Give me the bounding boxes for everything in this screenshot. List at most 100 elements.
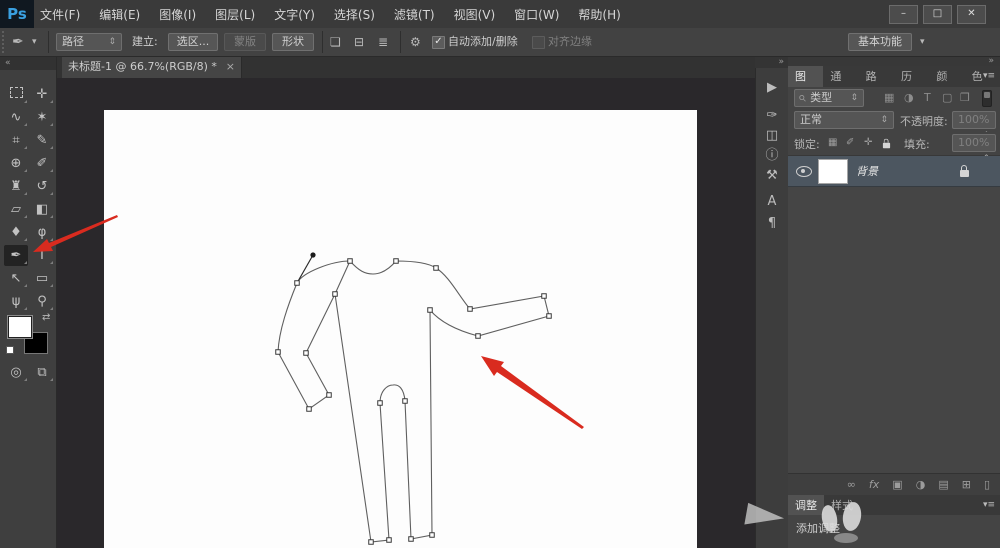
menu-layer[interactable]: 图层(L) [215,6,255,23]
dock-expand[interactable]: » [755,56,788,68]
tool-mode-select[interactable]: 路径 [56,33,122,51]
filter-type-icon[interactable]: T [924,91,931,104]
filter-smart-object-icon[interactable]: ❒ [960,91,970,104]
workspace-caret-icon[interactable]: ▾ [920,28,925,56]
new-layer-icon[interactable]: ⊞ [962,478,971,491]
menu-edit[interactable]: 编辑(E) [99,6,140,23]
path-alignment-icon[interactable]: ⊟ [354,28,364,56]
workspace-switcher-button[interactable]: 基本功能 [848,33,912,51]
align-edges-checkbox[interactable] [532,36,545,49]
pen-tool-preset-icon[interactable]: ✒ [12,28,24,56]
pen-options-gear-icon[interactable]: ⚙ [410,28,421,56]
filter-toggle-switch[interactable] [982,90,992,107]
link-layers-icon[interactable]: ∞ [847,478,856,491]
opacity-field[interactable]: 100% [952,111,996,129]
canvas[interactable] [104,110,697,548]
foreground-color-swatch[interactable] [7,315,33,339]
lasso-tool[interactable]: ∿ [4,107,28,128]
layer-mask-icon[interactable]: ▣ [892,478,902,491]
rectangle-shape-tool[interactable]: ▭ [30,268,54,289]
layer-thumbnail[interactable] [818,159,848,184]
hand-tool[interactable]: ψ [4,291,28,312]
rectangular-marquee-tool[interactable] [4,84,28,105]
make-selection-button[interactable]: 选区... [168,33,218,51]
tab-close-icon[interactable]: × [226,56,235,78]
minimize-button[interactable]: – [889,5,918,24]
layer-effects-icon[interactable]: fx [869,478,879,491]
paint-bucket-tool[interactable]: ◧ [30,199,54,220]
healing-brush-tool[interactable]: ⊕ [4,153,28,174]
move-tool[interactable]: ✛ [30,84,54,105]
tool-presets-panel-icon[interactable]: ⚒ [760,166,784,186]
filter-type-select[interactable]: ⚲ 类型 [794,89,864,107]
eraser-tool[interactable]: ▱ [4,199,28,220]
auto-add-delete-checkbox[interactable]: ✓ [432,36,445,49]
pen-tool[interactable]: ✒ [4,245,28,266]
lock-transparency-icon[interactable]: ▦ [828,137,837,148]
tools-panel-collapse[interactable]: « [0,56,56,70]
tab-channels[interactable]: 通道 [823,66,858,104]
panel-group-collapse[interactable]: » [788,56,1000,66]
menu-view[interactable]: 视图(V) [454,6,496,23]
make-shape-button[interactable]: 形状 [272,33,314,51]
history-brush-tool[interactable]: ↺ [30,176,54,197]
tool-preset-caret-icon[interactable]: ▾ [32,28,37,56]
filter-image-icon[interactable]: ▦ [884,91,894,104]
tab-color[interactable]: 颜色 [929,66,964,104]
eyedropper-tool[interactable]: ✎ [30,130,54,151]
layer-row-background[interactable]: 背景 [788,156,1000,187]
blur-tool[interactable]: ♦ [4,222,28,243]
maximize-button[interactable]: □ [923,5,952,24]
path-arrangement-icon[interactable]: ≣ [378,28,388,56]
align-edges-label: 对齐边缘 [548,35,592,48]
crop-tool[interactable]: ⌗ [4,130,28,151]
screen-mode-button[interactable]: ⧉ [30,362,54,383]
filter-adjustment-icon[interactable]: ◑ [904,91,914,104]
character-panel-icon[interactable]: A [760,192,784,212]
actions-panel-icon[interactable]: ▶ [760,78,784,98]
quick-mask-button[interactable]: ◎ [4,362,28,383]
filter-shape-icon[interactable]: ▢ [942,91,952,104]
clone-source-panel-icon[interactable]: ◫ [760,126,784,146]
clone-stamp-tool[interactable]: ♜ [4,176,28,197]
info-panel-icon[interactable]: ⓘ [760,146,784,166]
menu-image[interactable]: 图像(I) [159,6,196,23]
swap-colors-icon[interactable]: ⇄ [42,312,50,323]
default-colors-icon[interactable] [6,346,14,354]
menu-type[interactable]: 文字(Y) [274,6,315,23]
panel-menu-icon[interactable]: ▾≡ [983,66,995,87]
menu-file[interactable]: 文件(F) [40,6,80,23]
zoom-tool[interactable]: ⚲ [30,291,54,312]
menu-help[interactable]: 帮助(H) [578,6,620,23]
layer-group-icon[interactable]: ▤ [938,478,948,491]
path-operations-icon[interactable]: ❏ [330,28,341,56]
lock-image-icon[interactable]: ✐ [846,137,854,148]
tab-history[interactable]: 历史 [894,66,929,104]
make-mask-button[interactable]: 蒙版 [224,33,266,51]
magic-wand-tool[interactable]: ✶ [30,107,54,128]
delete-layer-icon[interactable]: ▯ [984,478,990,491]
menu-select[interactable]: 选择(S) [334,6,375,23]
tab-adjustments[interactable]: 调整 [788,495,824,515]
menu-window[interactable]: 窗口(W) [514,6,559,23]
lock-position-icon[interactable]: ✛ [864,137,872,148]
fill-field[interactable]: 100% [952,134,996,152]
brush-tool[interactable]: ✐ [30,153,54,174]
paragraph-panel-icon[interactable]: ¶ [760,214,784,234]
lock-all-icon[interactable] [882,138,891,152]
adjustments-menu-icon[interactable]: ▾≡ [983,495,995,516]
close-button[interactable]: ✕ [957,5,986,24]
tab-layers[interactable]: 图层 [788,66,824,104]
dodge-tool[interactable]: φ [30,222,54,243]
layer-name[interactable]: 背景 [856,163,878,179]
pen-icon: ✒ [10,248,22,263]
blend-mode-select[interactable]: 正常 [794,111,894,129]
type-tool[interactable]: T [30,245,54,266]
brush-presets-panel-icon[interactable]: ✑ [760,106,784,126]
layer-visibility-eye-icon[interactable] [796,166,812,180]
menu-filter[interactable]: 滤镜(T) [394,6,435,23]
tab-paths[interactable]: 路径 [859,66,894,104]
adjustment-layer-icon[interactable]: ◑ [916,478,926,491]
document-tab[interactable]: 未标题-1 @ 66.7%(RGB/8) * × [62,56,242,78]
path-selection-tool[interactable]: ↖ [4,268,28,289]
